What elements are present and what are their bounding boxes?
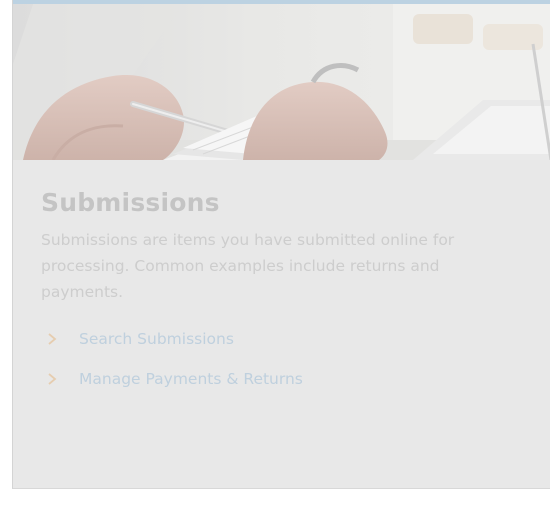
submissions-panel: Submissions Submissions are items you ha… <box>12 0 550 489</box>
chevron-right-icon <box>41 372 79 386</box>
panel-description: Submissions are items you have submitted… <box>41 231 455 301</box>
hero-image <box>13 4 550 160</box>
panel-content: Submissions Submissions are items you ha… <box>41 188 531 399</box>
link-list: Search Submissions Manage Payments & Ret… <box>41 319 531 399</box>
link-label: Search Submissions <box>79 330 234 348</box>
manage-payments-returns-link[interactable]: Manage Payments & Returns <box>41 359 531 399</box>
page-title: Submissions <box>41 188 220 217</box>
chevron-right-icon <box>41 332 79 346</box>
search-submissions-link[interactable]: Search Submissions <box>41 319 531 359</box>
link-label: Manage Payments & Returns <box>79 370 303 388</box>
